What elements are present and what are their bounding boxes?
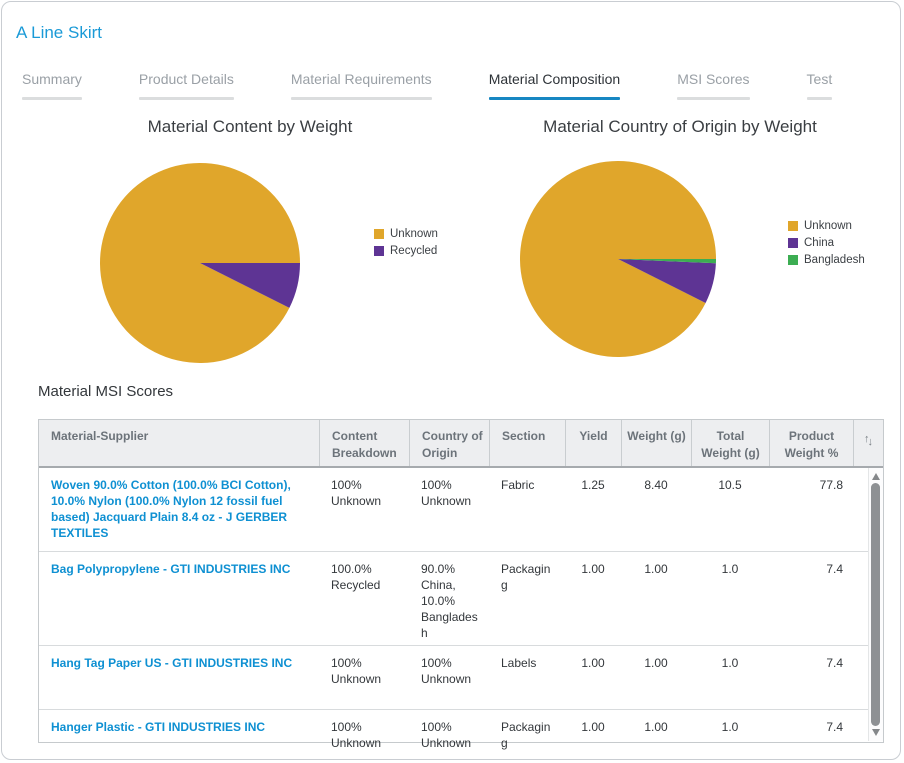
tab-summary[interactable]: Summary [22, 71, 82, 100]
cell-content-breakdown: 100% Unknown [319, 468, 409, 551]
tab-underline [22, 97, 82, 100]
cell-weight-g: 1.00 [621, 552, 691, 645]
cell-content-breakdown: 100% Unknown [319, 710, 409, 760]
column-header-yield: Yield [565, 420, 621, 466]
legend-swatch-icon [788, 238, 798, 248]
tab-product-details[interactable]: Product Details [139, 71, 234, 100]
legend-item-china: China [788, 237, 865, 249]
legend-swatch-icon [788, 255, 798, 265]
tab-bar: Summary Product Details Material Requireme… [22, 71, 832, 100]
cell-section: Packaging [489, 552, 565, 645]
scroll-up-arrow-icon[interactable] [872, 473, 880, 480]
charts-section: Material Content by Weight Material Coun… [2, 112, 901, 384]
cell-content-breakdown: 100% Unknown [319, 646, 409, 709]
legend-material-content: Unknown Recycled [374, 228, 438, 257]
cell-yield: 1.25 [565, 468, 621, 551]
cell-country-of-origin: 90.0% China, 10.0% Bangladesh [409, 552, 489, 645]
legend-country-of-origin: Unknown China Bangladesh [788, 220, 865, 266]
cell-section: Packaging [489, 710, 565, 760]
legend-swatch-icon [374, 246, 384, 256]
sort-column-header: ↑↓ [853, 420, 885, 466]
active-tab-underline [489, 97, 621, 100]
cell-total-weight-g: 1.0 [691, 552, 769, 645]
cell-product-weight-pct: 7.4 [769, 646, 853, 709]
tab-label: Product Details [139, 71, 234, 87]
cell-total-weight-g: 1.0 [691, 710, 769, 760]
chart-title-country-of-origin: Material Country of Origin by Weight [454, 117, 901, 137]
cell-supplier[interactable]: Hanger Plastic - GTI INDUSTRIES INC [39, 710, 319, 760]
page-title: A Line Skirt [16, 23, 102, 43]
legend-label: Unknown [804, 220, 852, 232]
cell-product-weight-pct: 77.8 [769, 468, 853, 551]
cell-supplier[interactable]: Woven 90.0% Cotton (100.0% BCI Cotton), … [39, 468, 319, 551]
msi-table-heading: Material MSI Scores [38, 383, 173, 400]
column-header-weight-g-: Weight (g) [621, 420, 691, 466]
cell-yield: 1.00 [565, 646, 621, 709]
legend-label: China [804, 237, 834, 249]
legend-label: Bangladesh [804, 254, 865, 266]
table-header-row: Material-SupplierContent BreakdownCountr… [39, 420, 883, 468]
legend-item-unknown: Unknown [374, 228, 438, 240]
cell-supplier[interactable]: Bag Polypropylene - GTI INDUSTRIES INC [39, 552, 319, 645]
product-card: A Line Skirt Summary Product Details Mater… [1, 1, 901, 760]
table-row: Hanger Plastic - GTI INDUSTRIES INC100% … [39, 710, 883, 760]
tab-test[interactable]: Test [807, 71, 833, 100]
tab-underline [291, 97, 432, 100]
table-row: Hang Tag Paper US - GTI INDUSTRIES INC10… [39, 646, 883, 710]
column-header-content-breakdown: Content Breakdown [319, 420, 409, 466]
cell-supplier[interactable]: Hang Tag Paper US - GTI INDUSTRIES INC [39, 646, 319, 709]
chart-title-material-content: Material Content by Weight [22, 117, 478, 137]
legend-item-unknown: Unknown [788, 220, 865, 232]
cell-total-weight-g: 10.5 [691, 468, 769, 551]
cell-section: Fabric [489, 468, 565, 551]
legend-label: Unknown [390, 228, 438, 240]
cell-content-breakdown: 100.0% Recycled [319, 552, 409, 645]
scrollbar-thumb[interactable] [871, 483, 880, 726]
tab-underline [677, 97, 749, 100]
tab-label: Test [807, 71, 833, 87]
cell-total-weight-g: 1.0 [691, 646, 769, 709]
legend-item-bangladesh: Bangladesh [788, 254, 865, 266]
column-header-material-supplier: Material-Supplier [39, 420, 319, 466]
cell-weight-g: 1.00 [621, 710, 691, 760]
pie-slice-unknown [100, 163, 300, 363]
cell-product-weight-pct: 7.4 [769, 552, 853, 645]
msi-scores-table: Material-SupplierContent BreakdownCountr… [38, 419, 884, 743]
cell-product-weight-pct: 7.4 [769, 710, 853, 760]
cell-section: Labels [489, 646, 565, 709]
pie-chart-material-content [99, 162, 301, 364]
table-row: Bag Polypropylene - GTI INDUSTRIES INC10… [39, 552, 883, 646]
cell-yield: 1.00 [565, 552, 621, 645]
tab-msi-scores[interactable]: MSI Scores [677, 71, 749, 100]
tab-material-composition[interactable]: Material Composition [489, 71, 621, 100]
cell-country-of-origin: 100% Unknown [409, 468, 489, 551]
legend-item-recycled: Recycled [374, 245, 438, 257]
cell-country-of-origin: 100% Unknown [409, 710, 489, 760]
pie-chart-country-of-origin [519, 160, 717, 358]
sort-icon[interactable]: ↑↓ [864, 434, 875, 444]
cell-yield: 1.00 [565, 710, 621, 760]
tab-label: MSI Scores [677, 71, 749, 87]
scroll-down-arrow-icon[interactable] [872, 729, 880, 736]
tab-label: Material Composition [489, 71, 621, 87]
cell-weight-g: 8.40 [621, 468, 691, 551]
table-row: Woven 90.0% Cotton (100.0% BCI Cotton), … [39, 468, 883, 552]
tab-underline [807, 97, 833, 100]
column-header-total-weight-g-: Total Weight (g) [691, 420, 769, 466]
tab-label: Summary [22, 71, 82, 87]
tab-material-requirements[interactable]: Material Requirements [291, 71, 432, 100]
legend-swatch-icon [788, 221, 798, 231]
table-body: Woven 90.0% Cotton (100.0% BCI Cotton), … [39, 468, 883, 760]
column-header-country-of-origin: Country of Origin [409, 420, 489, 466]
cell-weight-g: 1.00 [621, 646, 691, 709]
column-header-product-weight-: Product Weight % [769, 420, 853, 466]
tab-label: Material Requirements [291, 71, 432, 87]
legend-swatch-icon [374, 229, 384, 239]
table-scrollbar[interactable] [868, 468, 883, 741]
cell-country-of-origin: 100% Unknown [409, 646, 489, 709]
tab-underline [139, 97, 234, 100]
legend-label: Recycled [390, 245, 437, 257]
column-header-section: Section [489, 420, 565, 466]
